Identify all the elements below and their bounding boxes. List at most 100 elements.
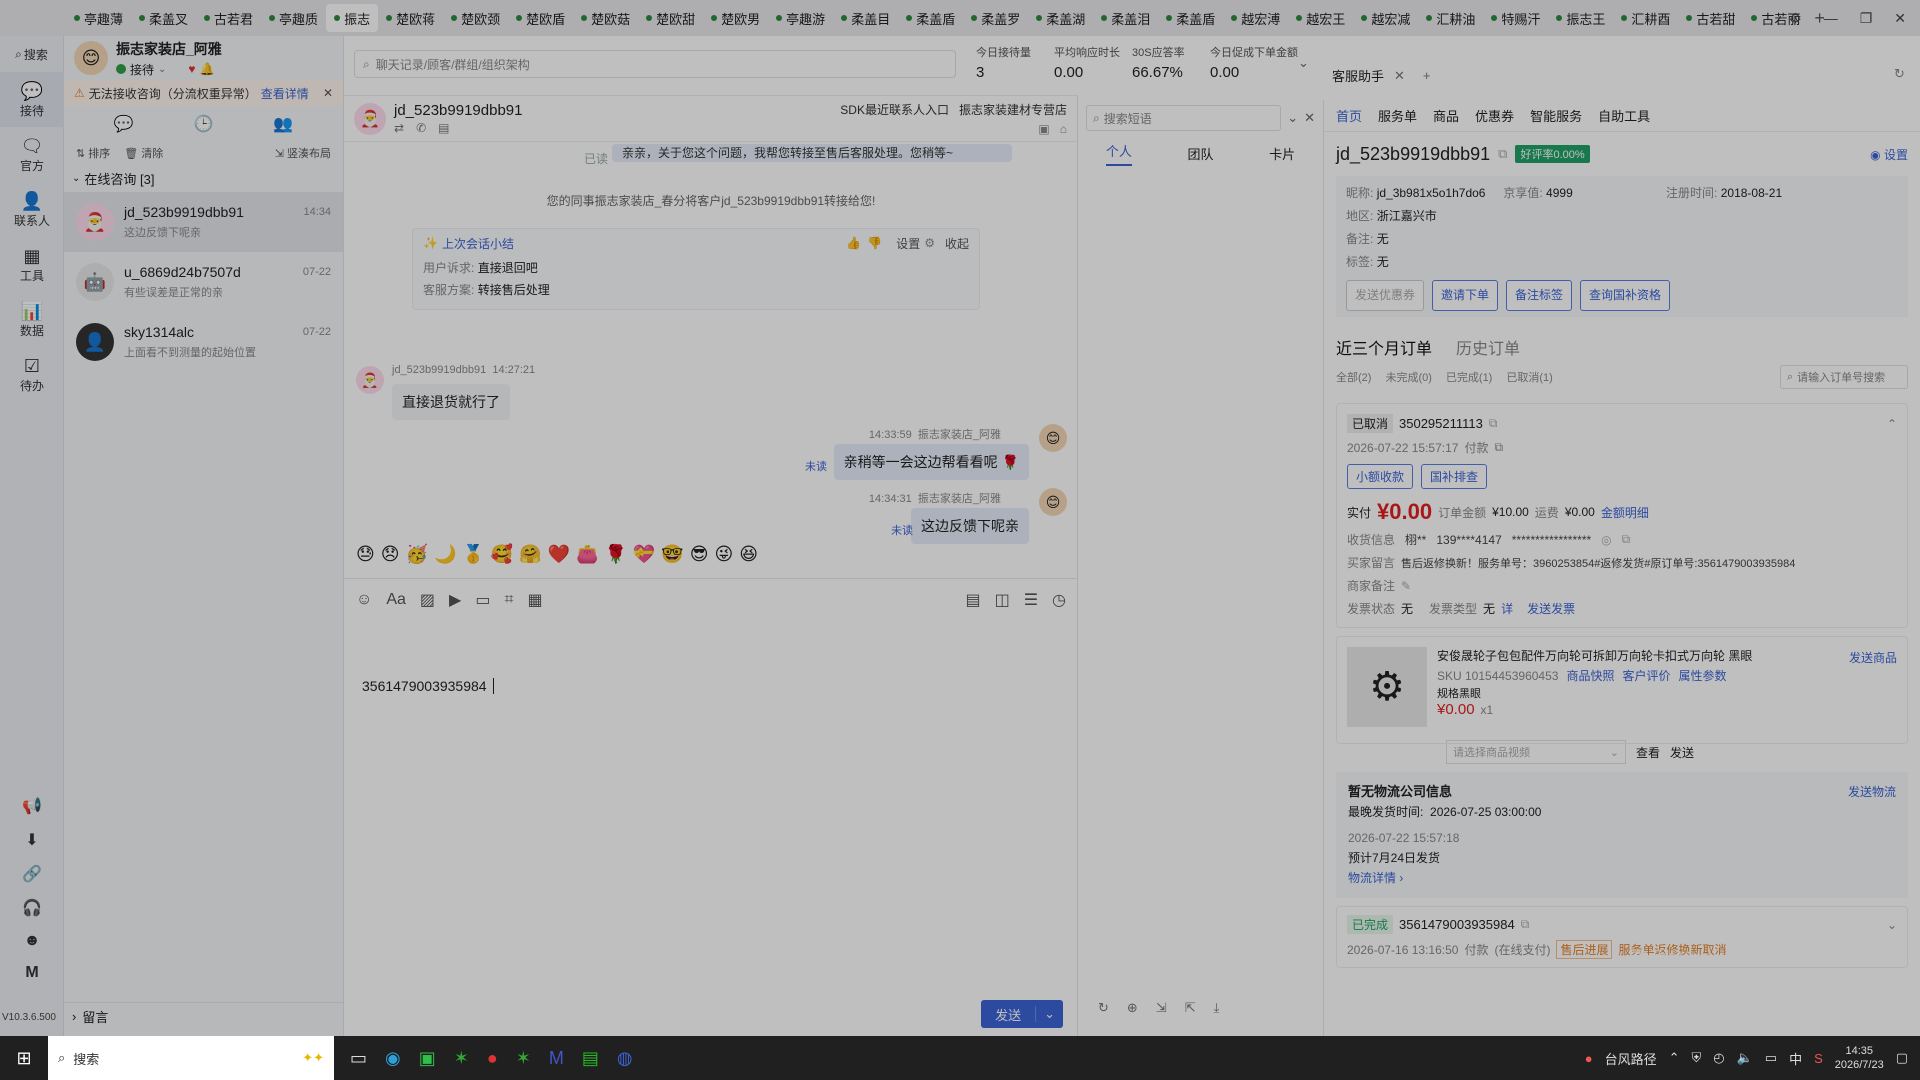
app-tab[interactable]: 亭趣薄 — [66, 4, 131, 32]
close-icon[interactable]: ✕ — [1894, 10, 1906, 27]
emoji-item[interactable]: ❤️ — [548, 544, 570, 565]
order-filter[interactable]: 未完成(0) — [1385, 369, 1431, 385]
summary-collapse[interactable]: 收起 — [945, 235, 969, 252]
history-icon[interactable]: 🕒 — [194, 114, 214, 134]
add-tab-icon[interactable]: + — [1423, 68, 1431, 83]
clock[interactable]: 14:35 2026/7/23 — [1835, 1044, 1884, 1072]
order-tab[interactable]: 历史订单 — [1456, 335, 1520, 359]
thumbs-up-icon[interactable]: 👍 — [846, 236, 861, 250]
transfer-icon[interactable]: ⇄ — [394, 121, 404, 135]
screenshot-icon[interactable]: ◫ — [995, 590, 1010, 610]
close-notice-icon[interactable]: ✕ — [323, 86, 333, 100]
app-tab[interactable]: 越宏溥 — [1223, 4, 1288, 32]
order-tab[interactable]: 近三个月订单 — [1336, 335, 1432, 359]
assistant-tab[interactable]: 客服助手 — [1332, 66, 1384, 85]
download-icon[interactable]: ⤓ — [1214, 1000, 1220, 1016]
product-image[interactable]: ⚙ — [1347, 647, 1427, 727]
logistics-detail-link[interactable]: 物流详情 › — [1348, 868, 1896, 888]
layout-button[interactable]: ⇲ 竖湊布局 — [275, 145, 331, 161]
phrase-tab[interactable]: 团队 — [1187, 144, 1213, 163]
chat-filter-icon[interactable]: 💬 — [114, 114, 134, 134]
chat-app-icon[interactable]: ▤ — [582, 1048, 599, 1069]
assistant-nav-tab[interactable]: 智能服务 — [1530, 106, 1582, 125]
calculator-icon[interactable]: ▦ — [528, 590, 543, 610]
app-tab[interactable]: 汇耕酉 — [1613, 4, 1678, 32]
video-icon[interactable]: ▶ — [449, 590, 461, 610]
app-icon[interactable]: ✶ — [454, 1048, 469, 1069]
windows-start-icon[interactable]: ⊞ — [0, 1048, 48, 1069]
send-product-link[interactable]: 发送商品 — [1849, 649, 1897, 666]
app-tab[interactable]: 柔盖目 — [833, 4, 898, 32]
app-tab[interactable]: 楚欧颈 — [443, 4, 508, 32]
rail-item-3[interactable]: 👤 联系人 — [0, 182, 64, 237]
chevron-down-icon[interactable]: ⌄ — [158, 64, 166, 75]
close-icon[interactable]: ✕ — [1394, 68, 1405, 84]
app-tab[interactable]: 亭趣游 — [768, 4, 833, 32]
emoji-item[interactable]: 🌙 — [434, 544, 456, 565]
ime-indicator[interactable]: 中 — [1789, 1049, 1802, 1068]
customer-action-button[interactable]: 备注标签 — [1506, 280, 1573, 311]
emoji-icon[interactable]: ☺ — [356, 591, 372, 609]
m-logo-icon[interactable]: M — [25, 964, 38, 982]
copy-icon[interactable]: ⧉ — [1521, 917, 1530, 932]
taskbar-search[interactable]: ⌕ 搜索 ✦✦ — [48, 1036, 334, 1080]
app-icon[interactable]: ● — [487, 1048, 498, 1069]
import-icon[interactable]: ⇲ — [1156, 1000, 1167, 1016]
notice-link[interactable]: 查看详情 — [261, 85, 309, 102]
app-icon[interactable]: ✶ — [516, 1048, 531, 1069]
app-tab[interactable]: 柔盖叉 — [131, 4, 196, 32]
send-button[interactable]: 发送 — [1670, 744, 1694, 761]
app-tab[interactable]: 汇耕油 — [1418, 4, 1483, 32]
rail-item-1[interactable]: 💬 接待 — [0, 72, 64, 127]
chevron-up-icon[interactable]: ⌃ — [1887, 417, 1897, 431]
order-filter[interactable]: 全部(2) — [1336, 369, 1371, 385]
export-icon[interactable]: ⇱ — [1185, 1000, 1196, 1016]
conversation-item[interactable]: 🤖 u_6869d24b7507d 07-22 有些误差是正常的亲 — [64, 252, 343, 312]
eye-icon[interactable]: ◎ — [1601, 533, 1611, 547]
phrase-tab[interactable]: 卡片 — [1269, 144, 1295, 163]
add-icon[interactable]: ⊕ — [1127, 1000, 1138, 1016]
emoji-item[interactable]: 😆 — [739, 544, 758, 565]
emoji-item[interactable]: 🥰 — [491, 544, 513, 565]
emoji-item[interactable]: 🥳 — [406, 544, 428, 565]
chevron-down-icon[interactable]: ⌄ — [1298, 55, 1309, 71]
assistant-nav-tab[interactable]: 自助工具 — [1598, 106, 1650, 125]
settings-icon[interactable]: ⚙ — [1789, 10, 1802, 27]
customer-action-button[interactable]: 发送优惠券 — [1346, 280, 1425, 311]
download-icon[interactable]: ⬇ — [25, 830, 38, 850]
emoji-item[interactable]: 😓 — [356, 544, 375, 565]
window-icon[interactable]: ▣ — [1038, 122, 1049, 136]
copy-icon[interactable]: ⧉ — [1489, 416, 1498, 431]
task-view-icon[interactable]: ▭ — [350, 1048, 367, 1069]
app-tab[interactable]: 柔盖湖 — [1028, 4, 1093, 32]
crop-icon[interactable]: ⌗ — [504, 591, 513, 609]
network-icon[interactable]: ◴ — [1713, 1050, 1724, 1066]
headset-icon[interactable]: 🎧 — [22, 898, 42, 918]
shield-icon[interactable]: ⛨ — [1691, 1050, 1701, 1066]
send-invoice-link[interactable]: 发送发票 — [1527, 600, 1575, 617]
jd-app-icon[interactable]: ◍ — [617, 1048, 633, 1069]
app-tab[interactable]: 亭趣质 — [261, 4, 326, 32]
emoji-item[interactable]: 💝 — [633, 544, 655, 565]
folder-icon[interactable]: ▭ — [475, 590, 490, 610]
notification-icon[interactable]: ▢ — [1896, 1050, 1908, 1066]
agent-avatar[interactable]: 😊 — [74, 41, 108, 75]
sogou-icon[interactable]: S — [1814, 1051, 1823, 1066]
close-icon[interactable]: ✕ — [1304, 110, 1315, 126]
pin-icon[interactable]: ⌂ — [1060, 122, 1067, 136]
app-tab[interactable]: 楚欧甜 — [638, 4, 703, 32]
chevron-down-icon[interactable]: ⌄ — [1887, 918, 1897, 932]
app-tab[interactable]: 振志王 — [1548, 4, 1613, 32]
view-button[interactable]: 查看 — [1636, 744, 1660, 761]
sort-button[interactable]: ⇅ 排序 — [76, 145, 110, 161]
assistant-nav-tab[interactable]: 商品 — [1433, 106, 1459, 125]
clipboard-icon[interactable]: ▤ — [965, 590, 980, 610]
note-icon[interactable]: ▤ — [438, 121, 449, 135]
typhoon-widget[interactable]: 台风路径 — [1605, 1049, 1657, 1068]
customer-action-button[interactable]: 邀请下单 — [1432, 280, 1499, 311]
expand-icon[interactable]: ⌄ — [1287, 110, 1298, 126]
assistant-nav-tab[interactable]: 优惠券 — [1475, 106, 1514, 125]
conversation-item[interactable]: 🎅 jd_523b9919dbb91 14:34 这边反馈下呢亲 — [64, 192, 343, 252]
rail-item-2[interactable]: 🗨 官方 — [0, 127, 64, 182]
settings-link[interactable]: ◉ 设置 — [1870, 146, 1908, 163]
